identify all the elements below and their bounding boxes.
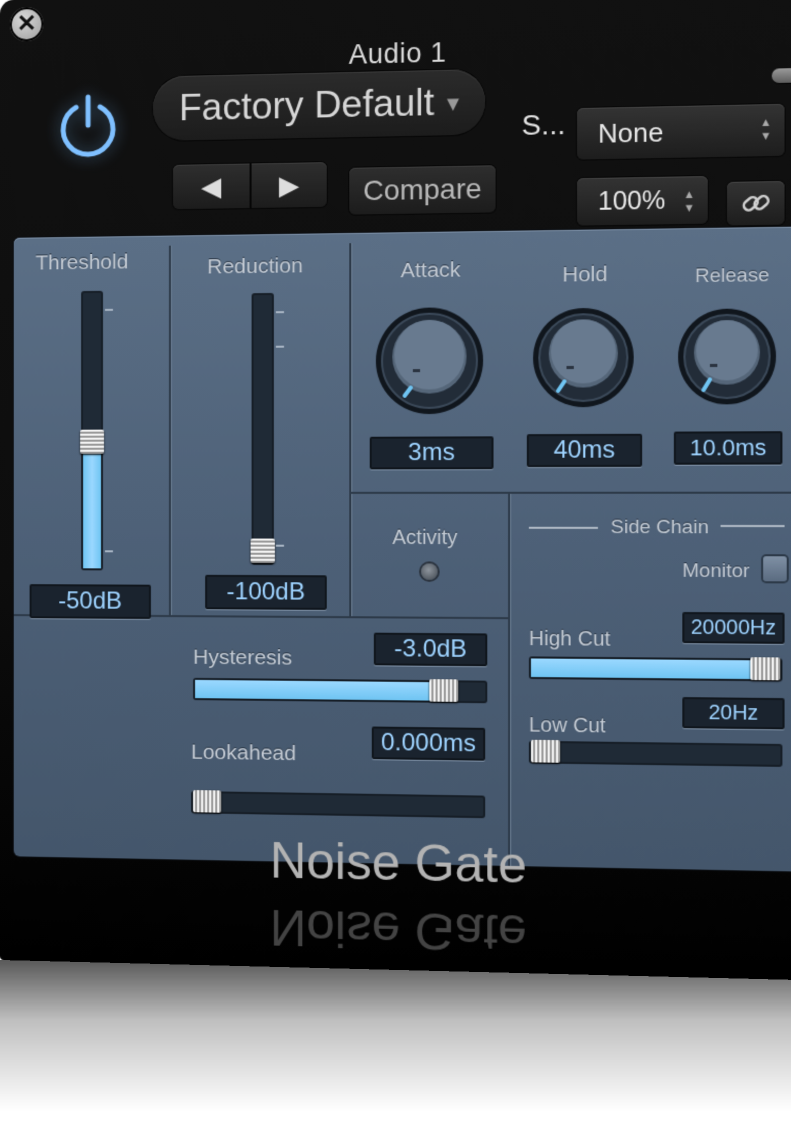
hysteresis-fill (195, 680, 444, 701)
lookahead-slider[interactable] (191, 791, 485, 818)
reduction-label: Reduction (207, 254, 303, 280)
divider (349, 243, 351, 618)
sidechain-value: None (598, 117, 663, 149)
sidechain-label: S... (522, 108, 566, 142)
high-cut-fill (531, 658, 773, 679)
reduction-value: -100dB (205, 575, 327, 610)
plugin-name-reflection-text: Noise Gate (270, 899, 527, 962)
preset-name: Factory Default (179, 81, 434, 128)
tick (105, 550, 113, 552)
window-shadow (0, 960, 791, 1111)
threshold-value[interactable]: -50dB (30, 584, 151, 619)
activity-led (421, 563, 438, 579)
activity-label: Activity (392, 527, 457, 551)
link-button[interactable] (727, 181, 785, 226)
zoom-value: 100% (598, 186, 665, 216)
power-button[interactable] (54, 90, 122, 160)
monitor-label: Monitor (682, 560, 749, 583)
tick (276, 346, 284, 348)
lookahead-handle[interactable] (193, 790, 221, 813)
left-arrow-icon: ◀ (201, 171, 221, 202)
preset-menu[interactable]: Factory Default ▼ (153, 69, 485, 141)
next-preset-button[interactable]: ▶ (252, 162, 327, 208)
chevron-down-icon: ▼ (443, 93, 463, 116)
window-zoom-pill[interactable] (772, 68, 791, 83)
threshold-label: Threshold (36, 250, 129, 275)
tick (276, 311, 284, 313)
plugin-name: Noise Gate (0, 826, 791, 901)
hysteresis-slider[interactable] (193, 678, 487, 703)
low-cut-value[interactable]: 20Hz (682, 697, 784, 729)
release-knob[interactable] (676, 306, 778, 412)
reduction-handle (251, 539, 275, 563)
stepper-arrows-icon: ▲▼ (683, 176, 695, 216)
release-value[interactable]: 10.0ms (674, 431, 783, 465)
power-icon (54, 90, 122, 160)
divider (508, 494, 510, 866)
high-cut-slider[interactable] (529, 656, 783, 681)
tick (105, 309, 113, 311)
close-icon[interactable]: ✕ (10, 7, 44, 42)
hysteresis-value[interactable]: -3.0dB (374, 633, 487, 667)
divider (721, 525, 785, 527)
gate-control-panel: Threshold -50dB Reduction -100dB Attack … (14, 227, 791, 872)
stepper-arrows-icon: ▲▼ (760, 104, 772, 144)
zoom-select[interactable]: 100% ▲▼ (577, 176, 708, 226)
hysteresis-handle[interactable] (430, 679, 459, 702)
low-cut-handle[interactable] (531, 740, 560, 763)
hold-value[interactable]: 40ms (527, 434, 642, 467)
threshold-slider[interactable] (81, 291, 103, 571)
high-cut-handle[interactable] (750, 657, 780, 680)
sidechain-select[interactable]: None ▲▼ (577, 104, 785, 160)
lookahead-value[interactable]: 0.000ms (372, 726, 485, 760)
lookahead-label: Lookahead (191, 740, 296, 766)
divider (351, 492, 791, 494)
high-cut-label: High Cut (529, 628, 610, 652)
hold-knob[interactable] (531, 305, 636, 414)
link-icon (741, 189, 771, 217)
low-cut-slider[interactable] (529, 741, 783, 767)
attack-value[interactable]: 3ms (370, 436, 494, 469)
plugin-name-reflection: Noise Gate (0, 892, 791, 970)
side-chain-title: Side Chain (611, 517, 709, 540)
high-cut-value[interactable]: 20000Hz (682, 612, 784, 644)
right-arrow-icon: ▶ (279, 170, 299, 201)
low-cut-label: Low Cut (529, 714, 606, 739)
hysteresis-label: Hysteresis (193, 646, 292, 671)
attack-label: Attack (401, 258, 461, 283)
threshold-fill (83, 442, 101, 569)
previous-preset-button[interactable]: ◀ (173, 163, 250, 209)
release-label: Release (695, 265, 769, 289)
divider (529, 527, 598, 529)
hold-label: Hold (562, 262, 607, 287)
divider (169, 246, 171, 617)
attack-knob[interactable] (374, 305, 485, 421)
threshold-handle[interactable] (80, 430, 104, 454)
tick (276, 545, 284, 547)
reduction-meter (252, 293, 274, 565)
monitor-checkbox[interactable] (763, 556, 787, 581)
plugin-window: ✕ Audio 1 Factory Default▼ ◀ ▶ Compare S… (0, 0, 791, 980)
compare-button[interactable]: Compare (349, 165, 495, 214)
